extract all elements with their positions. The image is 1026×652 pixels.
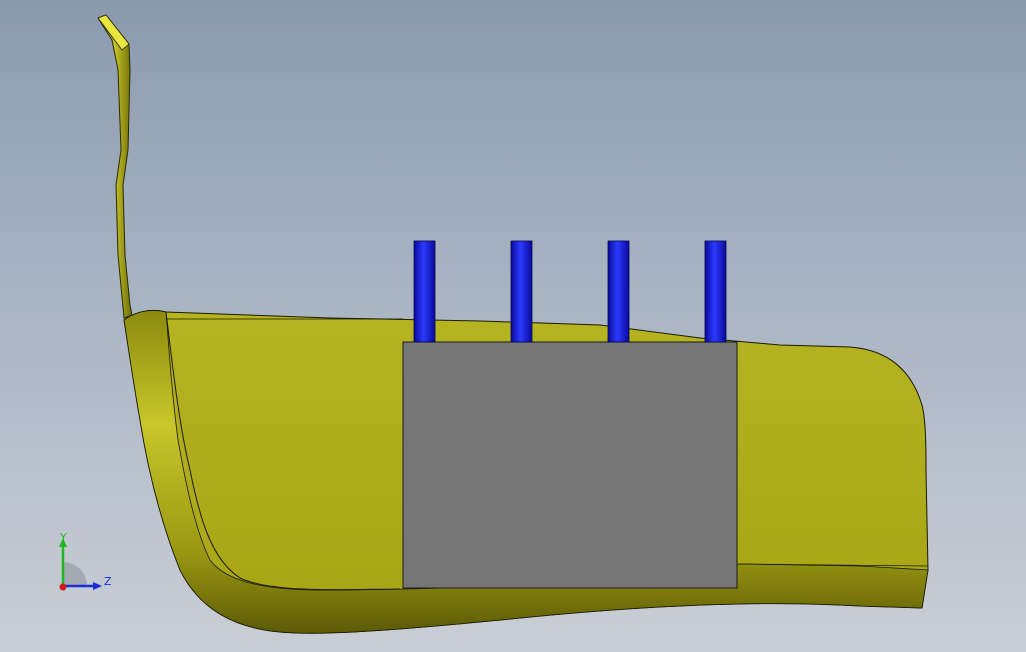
x-axis-dot (59, 583, 67, 591)
pin-4[interactable] (704, 240, 727, 343)
pin-3[interactable] (607, 240, 630, 343)
pin-2[interactable] (510, 240, 533, 343)
model-scene[interactable] (0, 0, 1026, 652)
triad-plane-indicator (63, 562, 87, 586)
triad-z-label: Z (104, 575, 112, 588)
gray-block[interactable] (402, 341, 738, 589)
triad-y-label: Y (60, 531, 67, 544)
pin-1[interactable] (413, 240, 436, 343)
graphics-viewport[interactable]: Y Z (0, 0, 1026, 652)
hull-wall[interactable] (97, 14, 133, 319)
reference-triad: Y Z (50, 530, 120, 600)
z-axis-arrowhead (93, 582, 102, 590)
